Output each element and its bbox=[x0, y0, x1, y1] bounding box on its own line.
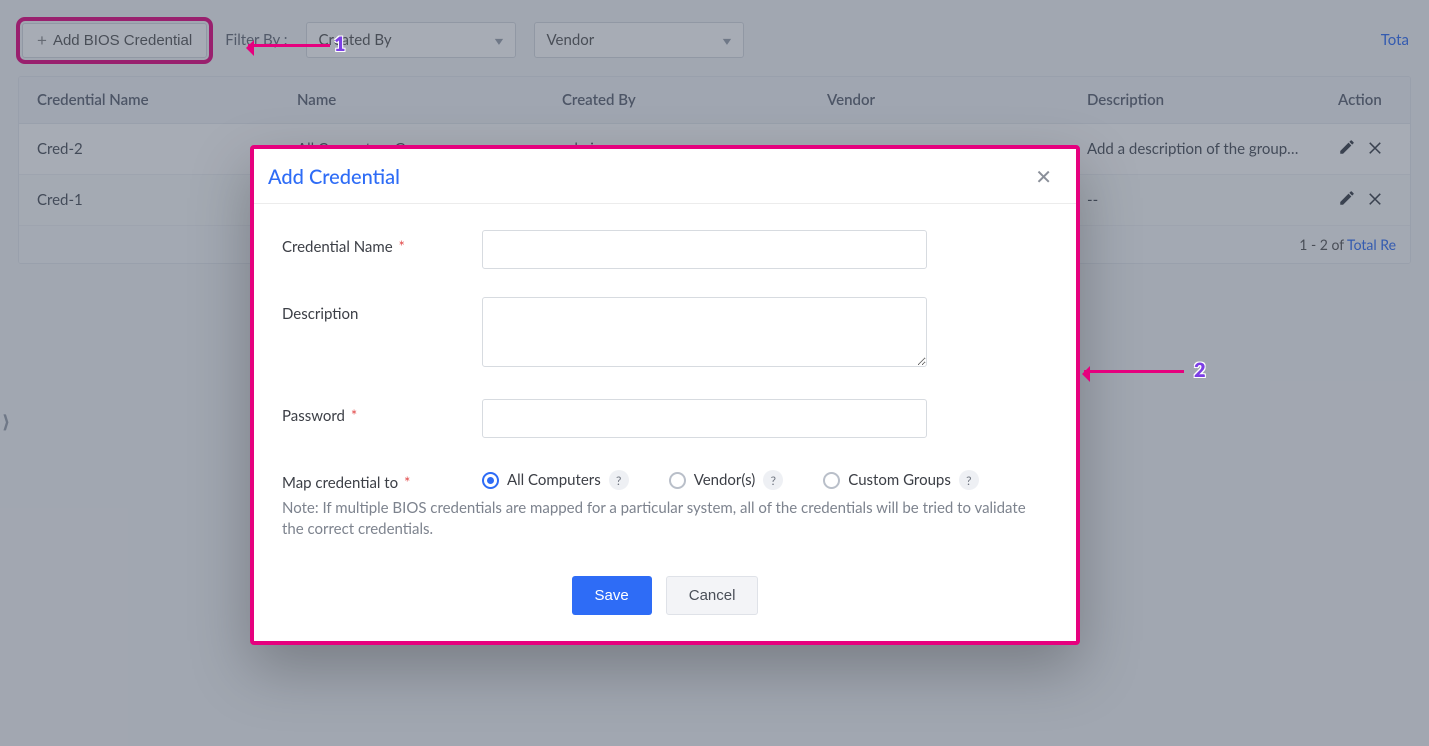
required-mark: * bbox=[351, 407, 357, 425]
note-text: Note: If multiple BIOS credentials are m… bbox=[282, 498, 1048, 540]
radio-icon bbox=[823, 472, 840, 489]
radio-custom-groups[interactable]: Custom Groups ? bbox=[823, 470, 979, 490]
field-map-to: Map credential to * All Computers ? Vend… bbox=[282, 466, 1048, 492]
label-description: Description bbox=[282, 305, 358, 323]
modal-body: Credential Name * Description Password * bbox=[254, 204, 1076, 572]
radio-icon bbox=[482, 472, 499, 489]
radio-custom-label: Custom Groups bbox=[848, 471, 951, 489]
password-input[interactable] bbox=[482, 399, 927, 438]
modal-title: Add Credential bbox=[268, 165, 400, 189]
field-credential-name: Credential Name * bbox=[282, 230, 1048, 269]
save-button[interactable]: Save bbox=[572, 576, 652, 615]
help-icon[interactable]: ? bbox=[959, 470, 979, 490]
modal-header: Add Credential ✕ bbox=[254, 149, 1076, 204]
help-icon[interactable]: ? bbox=[763, 470, 783, 490]
credential-name-input[interactable] bbox=[482, 230, 927, 269]
radio-vendors[interactable]: Vendor(s) ? bbox=[669, 470, 784, 490]
label-credential-name: Credential Name bbox=[282, 238, 393, 256]
label-map-to: Map credential to bbox=[282, 474, 398, 492]
radio-icon bbox=[669, 472, 686, 489]
radio-all-computers[interactable]: All Computers ? bbox=[482, 470, 629, 490]
radio-vendors-label: Vendor(s) bbox=[694, 471, 756, 489]
modal-actions: Save Cancel bbox=[254, 572, 1076, 641]
radio-all-label: All Computers bbox=[507, 471, 601, 489]
field-password: Password * bbox=[282, 399, 1048, 438]
description-input[interactable] bbox=[482, 297, 927, 367]
add-credential-modal: Add Credential ✕ Credential Name * Descr… bbox=[250, 145, 1080, 645]
map-to-radio-group: All Computers ? Vendor(s) ? Custom Group… bbox=[482, 466, 1048, 490]
cancel-button[interactable]: Cancel bbox=[666, 576, 759, 615]
close-icon[interactable]: ✕ bbox=[1031, 163, 1056, 191]
required-mark: * bbox=[404, 474, 410, 492]
help-icon[interactable]: ? bbox=[609, 470, 629, 490]
field-description: Description bbox=[282, 297, 1048, 371]
label-password: Password bbox=[282, 407, 345, 425]
required-mark: * bbox=[399, 238, 405, 256]
